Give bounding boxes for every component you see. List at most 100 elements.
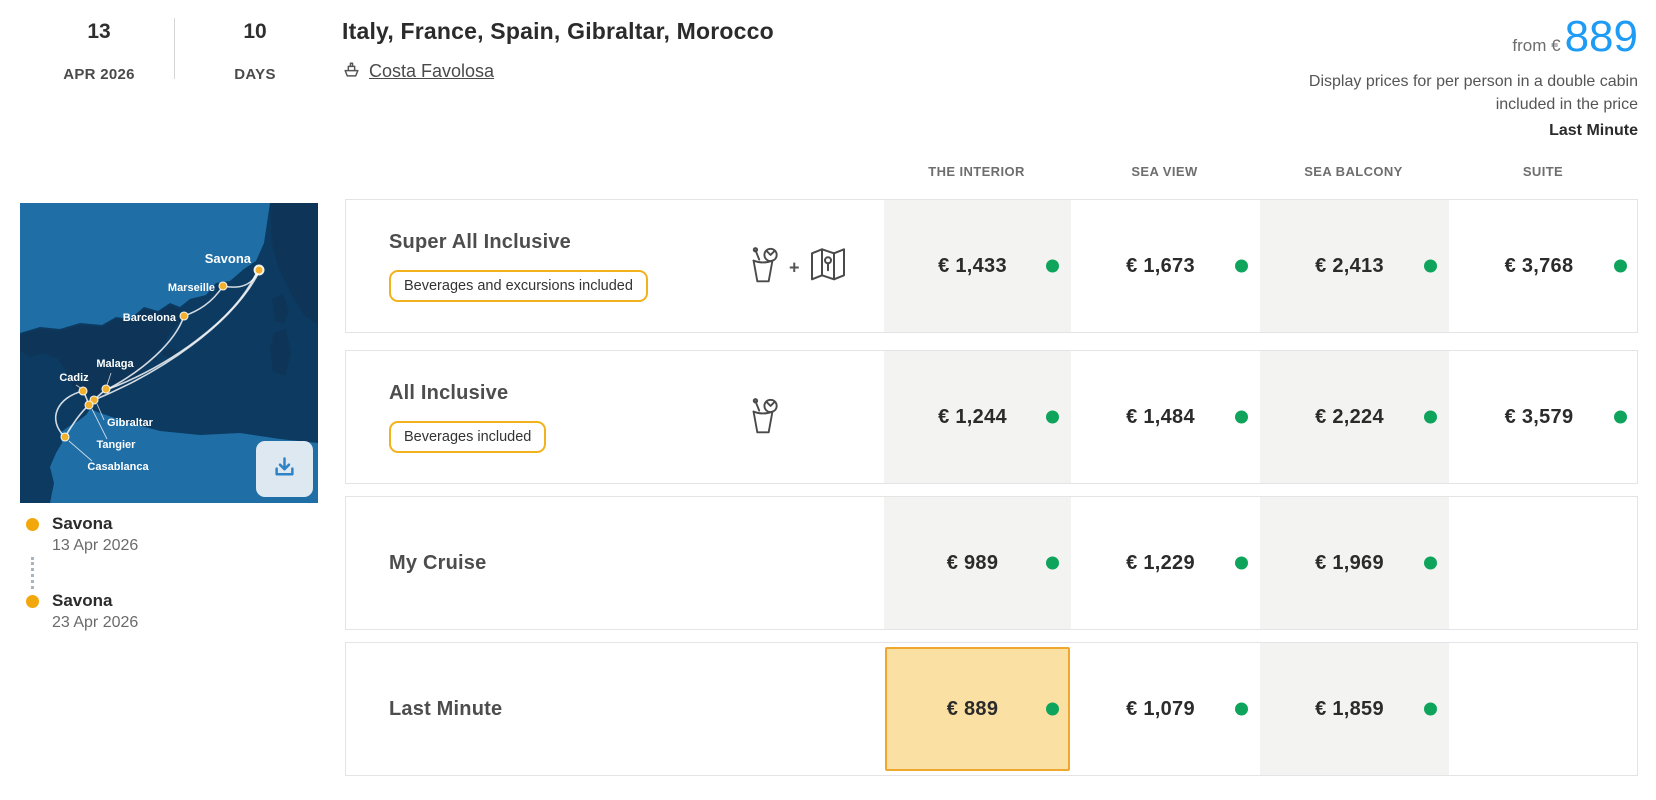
- itinerary-list: Savona 13 Apr 2026 Savona 23 Apr 2026: [20, 514, 320, 632]
- port-dot: [101, 384, 111, 394]
- itinerary-stop: Savona 23 Apr 2026: [20, 591, 320, 632]
- availability-dot: [1424, 702, 1437, 716]
- stop-date: 23 Apr 2026: [52, 614, 139, 631]
- availability-dot: [1046, 259, 1059, 273]
- availability-dot: [1614, 410, 1627, 424]
- price-value: € 1,079: [1126, 697, 1195, 720]
- price-cell[interactable]: € 1,969: [1260, 497, 1449, 629]
- fare-icons: [746, 396, 780, 441]
- itinerary-map: Savona Marseille Barcelona Malaga Cadiz Gibra…: [20, 203, 318, 503]
- availability-dot: [1046, 556, 1059, 570]
- drink-icon: [746, 245, 780, 290]
- fare-name: My Cruise: [389, 551, 487, 574]
- price-value: € 889: [946, 697, 999, 720]
- stop-port: Savona: [52, 591, 113, 610]
- availability-dot: [1046, 410, 1059, 424]
- price-category: Last Minute: [1549, 122, 1638, 140]
- fare-name: All Inclusive: [389, 381, 509, 404]
- ship-icon: [342, 59, 361, 83]
- port-label: Cadiz: [59, 372, 89, 384]
- download-icon: [271, 454, 298, 484]
- stop-date: 13 Apr 2026: [52, 537, 139, 554]
- price-cell[interactable]: € 2,413: [1260, 200, 1449, 332]
- price-cell[interactable]: € 1,433: [884, 200, 1071, 332]
- column-header: SEA BALCONY: [1304, 164, 1403, 179]
- port-label: Casablanca: [87, 461, 149, 473]
- availability-dot: [1235, 556, 1248, 570]
- price-value: € 3,768: [1504, 254, 1574, 277]
- fare-row: My Cruise € 989 € 1,229 € 1,969: [345, 496, 1638, 630]
- duration-label: DAYS: [234, 66, 276, 83]
- page-title: Italy, France, Spain, Gibraltar, Morocco: [342, 18, 774, 44]
- itinerary-stop: Savona 13 Apr 2026: [20, 514, 320, 555]
- price-value: € 1,229: [1126, 551, 1195, 574]
- price-cell[interactable]: € 1,079: [1071, 643, 1260, 775]
- price-value: € 1,244: [938, 405, 1007, 428]
- port-dot: [179, 311, 189, 321]
- port-dot: [78, 386, 88, 396]
- availability-dot: [1235, 702, 1248, 716]
- price-value: € 989: [946, 551, 999, 574]
- duration-value: 10: [243, 20, 267, 43]
- column-header: SEA VIEW: [1131, 164, 1198, 179]
- from-label: from €: [1512, 36, 1561, 55]
- price-value: € 1,484: [1126, 405, 1195, 428]
- fare-badge: Beverages included: [389, 420, 547, 453]
- availability-dot: [1424, 556, 1437, 570]
- price-summary: from € 889 Display prices for per person…: [1302, 15, 1638, 140]
- price-cell[interactable]: € 1,484: [1071, 351, 1260, 483]
- price-cell[interactable]: € 3,768: [1449, 200, 1639, 332]
- port-label: Savona: [205, 251, 252, 266]
- fare-label-cell: Last Minute: [346, 643, 884, 775]
- price-value: € 1,433: [938, 254, 1007, 277]
- price-cell[interactable]: € 889: [884, 643, 1071, 775]
- port-label: Marseille: [168, 282, 215, 294]
- port-label: Tangier: [97, 439, 137, 451]
- port-dot: [253, 264, 265, 276]
- price-cell[interactable]: € 989: [884, 497, 1071, 629]
- port-label: Barcelona: [123, 312, 177, 324]
- port-dot: [60, 432, 70, 442]
- cruise-duration: 10 DAYS: [175, 14, 335, 83]
- availability-dot: [1614, 259, 1627, 273]
- price-cell[interactable]: € 1,229: [1071, 497, 1260, 629]
- fare-badge: Beverages and excursions included: [389, 269, 648, 302]
- fare-row: Super All Inclusive Beverages and excursi…: [345, 199, 1638, 333]
- fare-label-cell: Super All Inclusive Beverages and excursi…: [346, 200, 884, 332]
- plus-icon: +: [789, 257, 800, 278]
- download-map-button[interactable]: [256, 441, 313, 497]
- price-value: € 1,673: [1126, 254, 1195, 277]
- price-value: € 2,413: [1315, 254, 1384, 277]
- port-dot: [218, 281, 228, 291]
- price-cell[interactable]: € 1,859: [1260, 643, 1449, 775]
- stop-dot: [26, 595, 39, 608]
- availability-dot: [1046, 702, 1059, 716]
- port-label: Malaga: [96, 358, 134, 370]
- cruise-header: Italy, France, Spain, Gibraltar, Morocco…: [342, 18, 774, 83]
- price-cell[interactable]: € 1,244: [884, 351, 1071, 483]
- price-cell[interactable]: € 2,224: [1260, 351, 1449, 483]
- departure-month-year: APR 2026: [63, 66, 135, 83]
- availability-dot: [1235, 259, 1248, 273]
- departure-summary: 13 APR 2026 10 DAYS: [24, 14, 335, 83]
- fare-name: Last Minute: [389, 697, 503, 720]
- price-value: € 1,859: [1315, 697, 1384, 720]
- price-value: € 1,969: [1315, 551, 1384, 574]
- fare-row: All Inclusive Beverages included € 1,244 € …: [345, 350, 1638, 484]
- departure-day: 13: [87, 20, 111, 43]
- price-cell: [1449, 643, 1639, 775]
- itinerary-connector: [31, 557, 320, 589]
- column-header: SUITE: [1522, 164, 1564, 179]
- cruise-offer-page: 13 APR 2026 10 DAYS Italy, France, Spain…: [0, 0, 1656, 800]
- ship-link[interactable]: Costa Favolosa: [369, 61, 494, 82]
- price-cell[interactable]: € 1,673: [1071, 200, 1260, 332]
- fare-row: Last Minute € 889 € 1,079 € 1,859: [345, 642, 1638, 776]
- availability-dot: [1235, 410, 1248, 424]
- availability-dot: [1424, 259, 1437, 273]
- fare-label-cell: My Cruise: [346, 497, 884, 629]
- price-cell: [1449, 497, 1639, 629]
- stop-dot: [26, 518, 39, 531]
- price-value: € 3,579: [1504, 405, 1574, 428]
- price-cell[interactable]: € 3,579: [1449, 351, 1639, 483]
- drink-icon: [746, 396, 780, 441]
